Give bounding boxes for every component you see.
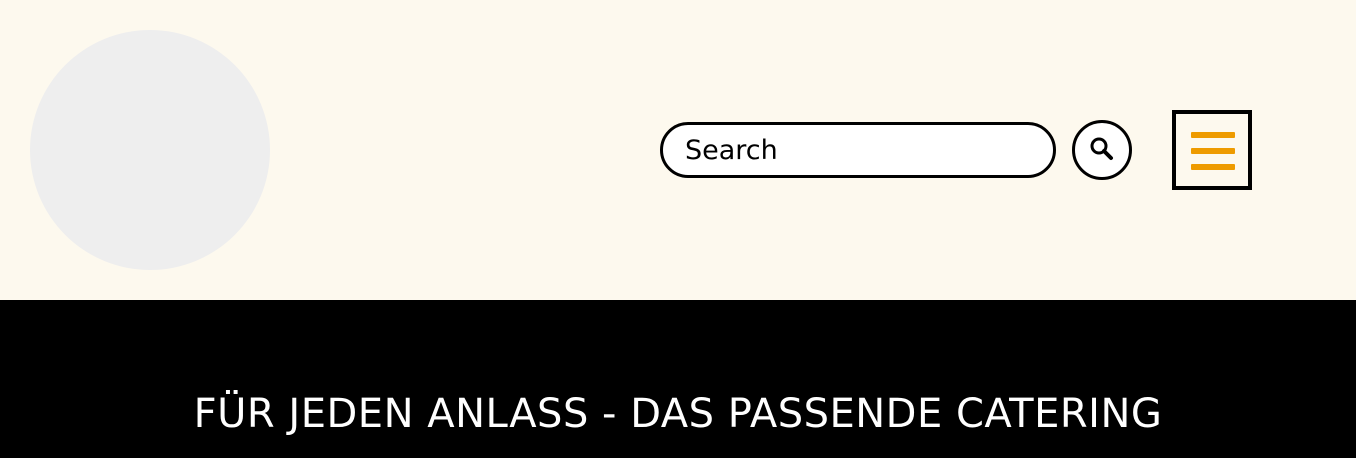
- search-input[interactable]: [660, 122, 1056, 178]
- search-button[interactable]: [1072, 120, 1132, 180]
- site-header: [0, 0, 1356, 300]
- search-icon: [1087, 135, 1117, 165]
- menu-button[interactable]: [1172, 110, 1252, 190]
- hero-tagline: FÜR JEDEN ANLASS - DAS PASSENDE CATERING: [193, 391, 1163, 437]
- page: FÜR JEDEN ANLASS - DAS PASSENDE CATERING: [0, 0, 1356, 458]
- logo-placeholder[interactable]: [30, 30, 270, 270]
